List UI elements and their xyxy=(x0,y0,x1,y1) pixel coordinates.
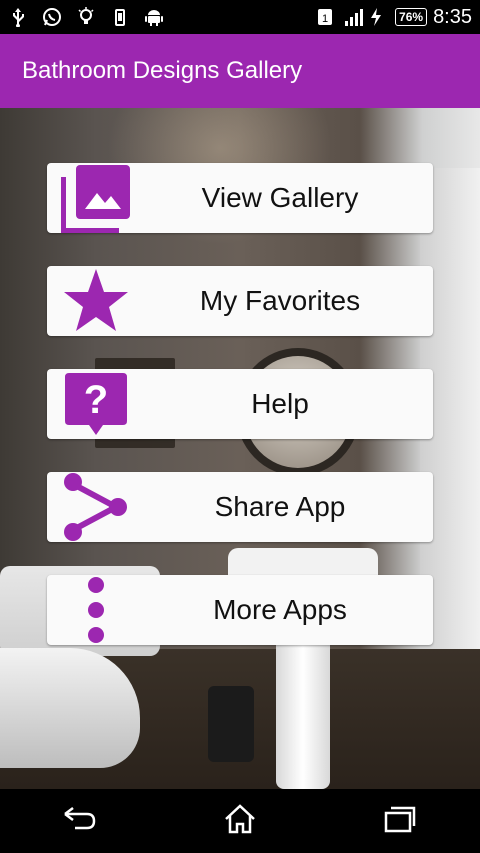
back-button[interactable] xyxy=(50,796,110,846)
charging-icon xyxy=(369,7,389,27)
bulb-icon xyxy=(76,7,96,27)
status-bar: 1 76% 8:35 xyxy=(0,0,480,34)
help-icon: ? xyxy=(61,369,131,439)
navigation-bar xyxy=(0,789,480,853)
help-button[interactable]: ? Help xyxy=(47,369,433,439)
home-button[interactable] xyxy=(210,796,270,846)
help-label: Help xyxy=(251,388,309,419)
app-bar: Bathroom Designs Gallery xyxy=(0,34,480,108)
more-apps-button[interactable]: More Apps xyxy=(47,575,433,645)
android-icon xyxy=(144,7,164,27)
more-apps-label: More Apps xyxy=(213,594,347,625)
whatsapp-icon xyxy=(42,7,62,27)
gallery-icon xyxy=(61,163,131,233)
svg-text:1: 1 xyxy=(322,13,328,25)
back-icon xyxy=(63,806,97,837)
signal-icon xyxy=(343,7,364,27)
usb-icon xyxy=(8,7,28,28)
share-icon xyxy=(61,472,131,542)
clock: 8:35 xyxy=(433,5,472,28)
share-app-label: Share App xyxy=(214,491,346,522)
app-title: Bathroom Designs Gallery xyxy=(22,57,303,84)
home-icon xyxy=(223,803,257,839)
recents-button[interactable] xyxy=(370,796,430,846)
recents-icon xyxy=(383,805,417,838)
more-vert-icon xyxy=(61,575,131,645)
star-icon xyxy=(61,266,131,336)
view-gallery-label: View Gallery xyxy=(201,182,359,213)
share-app-button[interactable]: Share App xyxy=(47,472,433,542)
my-favorites-button[interactable]: My Favorites xyxy=(47,266,433,336)
svg-text:?: ? xyxy=(84,378,108,422)
phone-icon xyxy=(110,7,130,27)
sim-icon: 1 xyxy=(317,7,337,27)
bg-bin xyxy=(208,686,254,762)
battery-indicator: 76% xyxy=(395,8,428,26)
my-favorites-label: My Favorites xyxy=(199,285,361,316)
view-gallery-button[interactable]: View Gallery xyxy=(47,163,433,233)
